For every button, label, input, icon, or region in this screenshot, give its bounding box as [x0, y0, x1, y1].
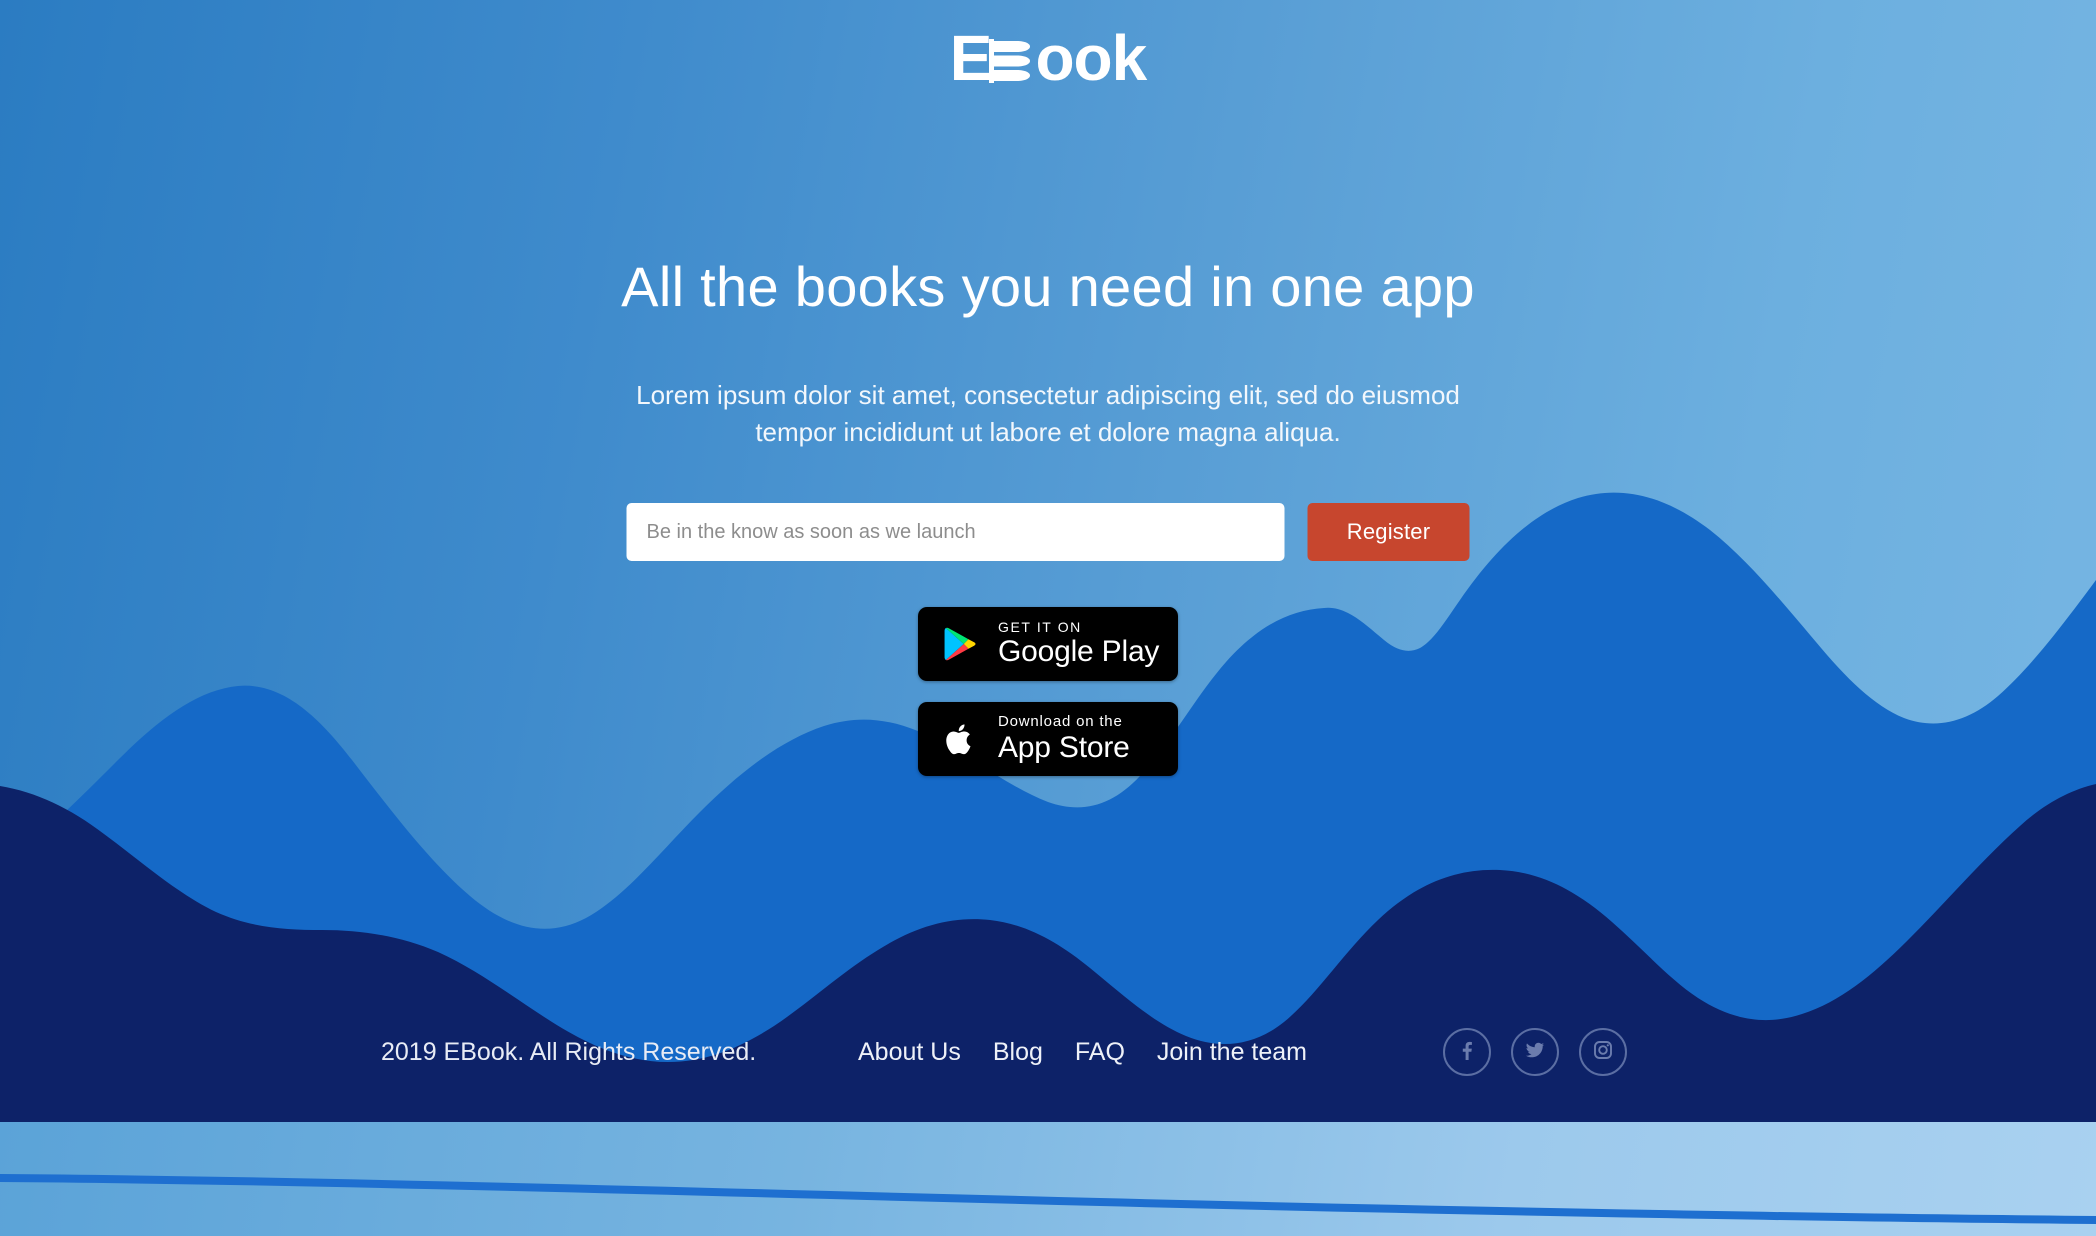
footer-link-about-us[interactable]: About Us [858, 1038, 961, 1067]
hero-subtitle: Lorem ipsum dolor sit amet, consectetur … [636, 380, 1460, 447]
footer: 2019 EBook. All Rights Reserved. About U… [0, 982, 2096, 1122]
social-link-twitter[interactable] [1511, 1028, 1559, 1076]
hero-content: E ook All the books you need in one app [0, 0, 2096, 1122]
google-play-small-text: GET IT ON [998, 618, 1082, 635]
google-play-label: GET IT ON Google Play [998, 618, 1160, 669]
social-link-facebook[interactable] [1443, 1028, 1491, 1076]
hero-section: E ook All the books you need in one app [0, 0, 2096, 1122]
app-store-small-text: Download on the [998, 713, 1123, 731]
footer-link-faq[interactable]: FAQ [1075, 1038, 1125, 1067]
signup-form: Register [626, 503, 1470, 561]
logo-letters-ook: ook [1035, 22, 1147, 94]
google-play-icon [932, 626, 988, 662]
google-play-large-text: Google Play [998, 635, 1160, 668]
register-button[interactable]: Register [1307, 503, 1470, 561]
book-pages-mark-icon [989, 35, 1033, 85]
google-play-badge[interactable]: GET IT ON Google Play [918, 607, 1178, 681]
site-logo[interactable]: E ook [0, 22, 2096, 102]
social-links [1443, 1028, 1627, 1076]
app-store-label: Download on the App Store [998, 714, 1130, 764]
facebook-icon [1455, 1038, 1479, 1067]
landing-page: E ook All the books you need in one app [0, 0, 2096, 1236]
twitter-icon [1523, 1038, 1547, 1067]
logo-letter-e: E [949, 22, 993, 94]
email-field[interactable] [626, 503, 1285, 561]
footer-nav: About Us Blog FAQ Join the team [858, 1038, 1307, 1067]
accent-line-shape [0, 1174, 2096, 1224]
logo-inner: E ook [949, 22, 1147, 94]
next-section-preview [0, 1122, 2096, 1236]
next-section-accent-line [0, 1174, 2096, 1224]
instagram-icon [1591, 1038, 1615, 1067]
social-link-instagram[interactable] [1579, 1028, 1627, 1076]
footer-copyright: 2019 EBook. All Rights Reserved. [381, 1037, 757, 1066]
app-store-large-text: App Store [998, 730, 1130, 764]
app-store-badge[interactable]: Download on the App Store [918, 702, 1178, 776]
store-badges: GET IT ON Google Play Download on the Ap… [918, 607, 1178, 776]
footer-link-blog[interactable]: Blog [993, 1038, 1043, 1067]
footer-link-join-the-team[interactable]: Join the team [1157, 1038, 1307, 1067]
page-title: All the books you need in one app [621, 255, 1475, 318]
apple-icon [932, 721, 988, 758]
